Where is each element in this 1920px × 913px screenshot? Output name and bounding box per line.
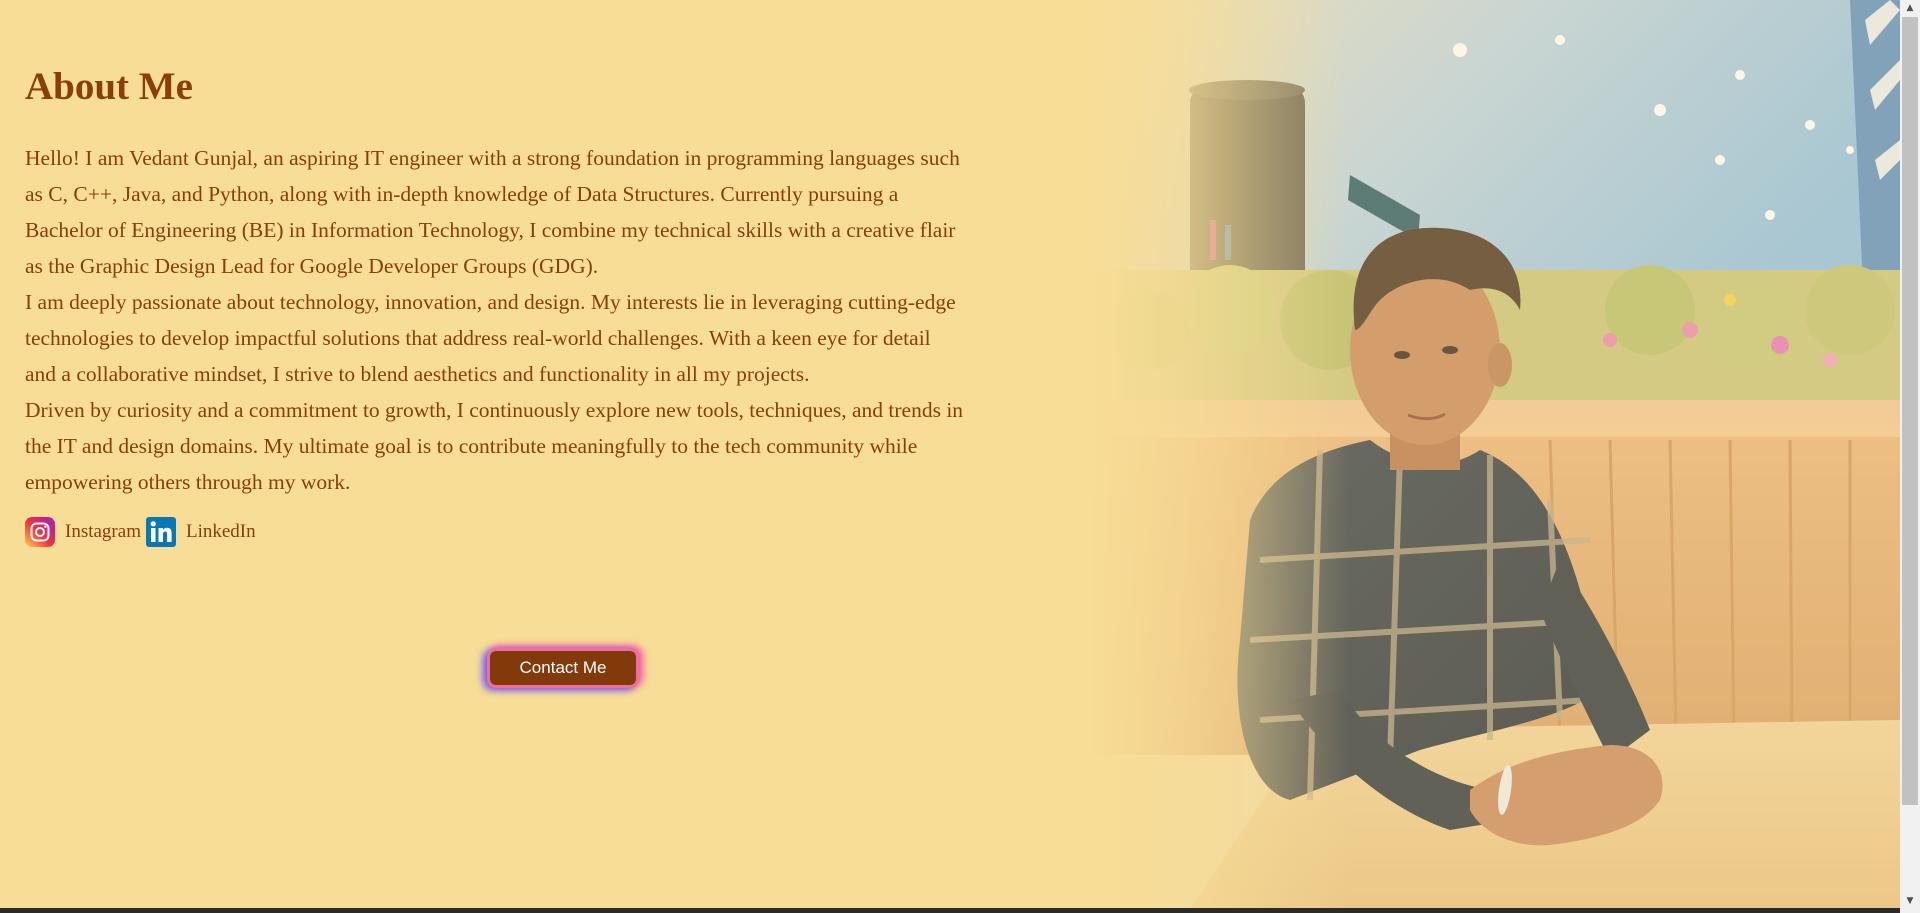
- about-paragraph-2: I am deeply passionate about technology,…: [25, 289, 956, 386]
- viewport: About Me Hello! I am Vedant Gunjal, an a…: [0, 0, 1900, 908]
- scroll-up-arrow[interactable]: ▲: [1900, 0, 1920, 17]
- instagram-icon: [25, 516, 55, 547]
- instagram-link[interactable]: Instagram: [25, 516, 141, 547]
- contact-wrapper: Contact Me: [487, 648, 639, 688]
- about-section: About Me Hello! I am Vedant Gunjal, an a…: [25, 60, 965, 547]
- social-links: Instagram LinkedIn: [25, 516, 965, 547]
- contact-me-button[interactable]: Contact Me: [487, 648, 639, 688]
- about-heading: About Me: [25, 65, 193, 108]
- bottom-edge: [0, 908, 1900, 913]
- scroll-down-arrow[interactable]: ▼: [1900, 893, 1920, 910]
- instagram-label: Instagram: [65, 520, 141, 542]
- vertical-scrollbar[interactable]: ▲ ▼: [1900, 0, 1920, 913]
- linkedin-link[interactable]: LinkedIn: [145, 516, 256, 547]
- linkedin-icon: [145, 516, 176, 547]
- linkedin-label: LinkedIn: [185, 520, 256, 542]
- page: About Me Hello! I am Vedant Gunjal, an a…: [0, 0, 1920, 913]
- profile-photo: [1090, 0, 1900, 908]
- scroll-thumb[interactable]: [1902, 17, 1918, 805]
- about-paragraph-1: Hello! I am Vedant Gunjal, an aspiring I…: [25, 145, 960, 278]
- profile-photo-illustration: [1090, 0, 1900, 908]
- about-paragraph-3: Driven by curiosity and a commitment to …: [25, 397, 964, 494]
